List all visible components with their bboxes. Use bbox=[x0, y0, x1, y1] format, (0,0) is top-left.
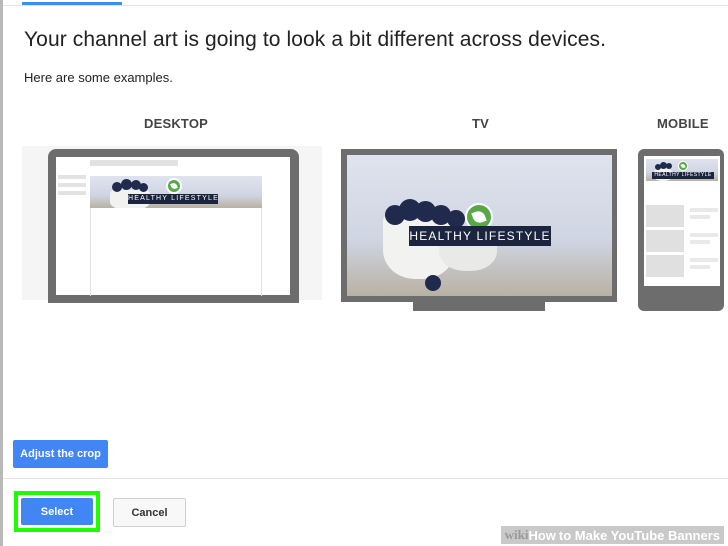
dialog-subtitle: Here are some examples. bbox=[24, 70, 173, 85]
video-meta-line bbox=[690, 265, 710, 269]
berry-image bbox=[425, 275, 441, 291]
desktop-label: DESKTOP bbox=[144, 116, 209, 131]
leaf-logo-icon bbox=[166, 178, 182, 194]
mini-sidebar-line bbox=[58, 191, 86, 195]
banner-text: HEALTHY LIFESTYLE bbox=[128, 194, 219, 204]
leaf-logo-icon bbox=[678, 161, 688, 171]
video-title-line bbox=[690, 208, 718, 212]
mobile-banner: HEALTHY LIFESTYLE bbox=[646, 159, 718, 181]
mini-channel-page bbox=[90, 208, 262, 296]
mobile-label: MOBILE bbox=[657, 116, 709, 131]
video-thumbnail bbox=[646, 230, 684, 252]
tv-banner: HEALTHY LIFESTYLE bbox=[347, 155, 612, 296]
mini-search-bar bbox=[90, 160, 178, 166]
video-title-line bbox=[690, 258, 718, 262]
tv-label: TV bbox=[472, 116, 490, 131]
video-meta-line bbox=[690, 240, 710, 244]
watermark-wiki: wiki bbox=[504, 527, 529, 542]
video-title-line bbox=[690, 233, 718, 237]
mini-sidebar-line bbox=[58, 175, 86, 179]
banner-text: HEALTHY LIFESTYLE bbox=[652, 172, 714, 179]
adjust-crop-button[interactable]: Adjust the crop bbox=[13, 440, 108, 468]
watermark-how: How bbox=[528, 527, 556, 543]
active-tab-indicator bbox=[22, 2, 122, 5]
video-thumbnail bbox=[646, 205, 684, 227]
wikihow-watermark: wiki How to Make YouTube Banners bbox=[500, 526, 724, 544]
cancel-button[interactable]: Cancel bbox=[113, 498, 186, 527]
window-left-edge bbox=[0, 0, 3, 546]
footer-divider bbox=[3, 478, 728, 479]
watermark-title: to Make YouTube Banners bbox=[558, 527, 720, 543]
video-meta-line bbox=[690, 215, 710, 219]
dialog-title: Your channel art is going to look a bit … bbox=[24, 28, 607, 51]
berry-image bbox=[666, 163, 672, 169]
banner-text: HEALTHY LIFESTYLE bbox=[409, 226, 551, 246]
select-button[interactable]: Select bbox=[21, 498, 93, 525]
mini-sidebar-line bbox=[58, 183, 86, 187]
video-thumbnail bbox=[646, 255, 684, 277]
tv-stand bbox=[413, 302, 545, 311]
desktop-banner: HEALTHY LIFESTYLE bbox=[90, 176, 262, 208]
berry-image bbox=[139, 183, 148, 192]
